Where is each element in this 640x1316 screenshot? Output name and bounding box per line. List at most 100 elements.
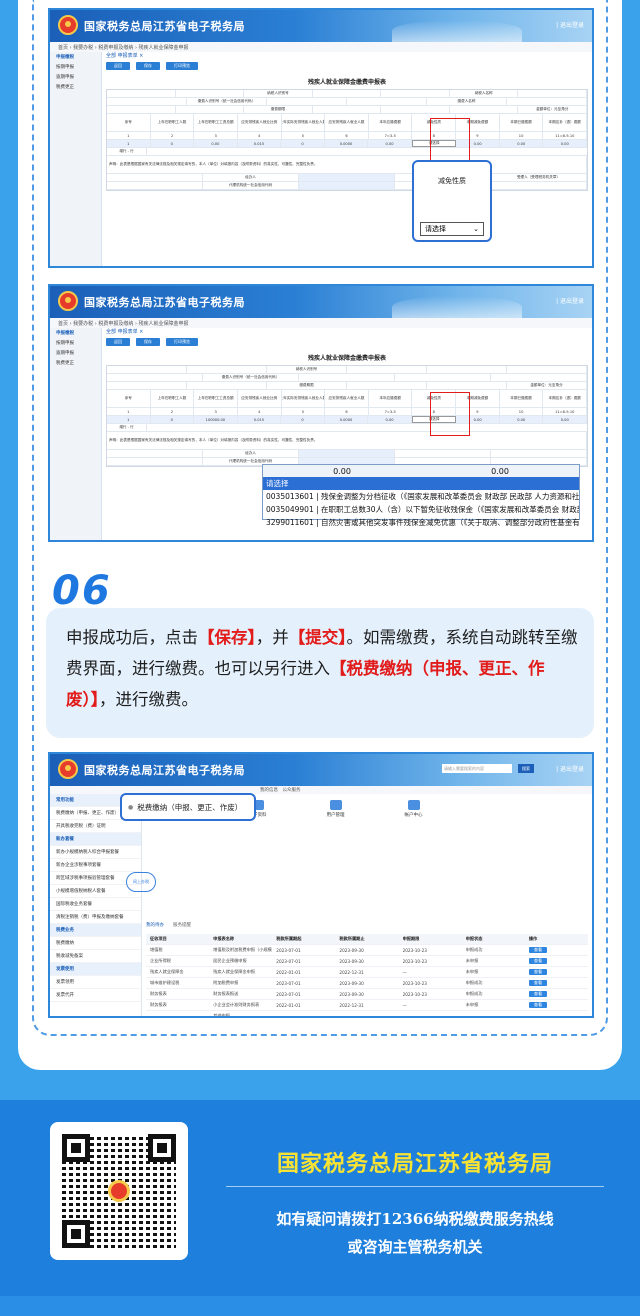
print-preview-button[interactable]: 打印预览 [166,62,198,70]
sidebar-item[interactable]: 新办小规模纳税人综合申报套餐 [50,846,141,859]
sidebar-section[interactable]: 新办套餐 [50,833,141,846]
declaration-table: 纳税人识别号 缴费人识别号（统一社会信用代码） 缴费期限 金额单位：元至角分 序号… [106,365,588,467]
logout-link[interactable]: | 退出登录 [556,296,584,305]
save-button[interactable]: 保存 [136,62,160,70]
nav-item[interactable]: 公众服务 [283,788,301,793]
column-header: 应安排残疾人就业比例 [238,114,282,131]
add-row-button[interactable]: 增行 - 行 [107,424,147,431]
add-row-button[interactable]: 增行 - 行 [107,148,147,155]
table-cell: 增值税 [150,947,163,952]
app-title: 国家税务总局江苏省电子税务局 [84,20,245,33]
table-cell: 2023-07-01 [276,980,301,986]
tab-todo[interactable]: 我的待办 [146,923,164,928]
save-button[interactable]: 保存 [136,338,160,346]
sidebar: 申报缴税 按期申报 逾期申报 税费更正 [50,328,102,540]
print-preview-button[interactable]: 打印预览 [166,338,198,346]
contact-line: 或咨询主管税务机关 [347,1238,483,1256]
table-cell: 申报成功 [465,980,483,985]
highlight-box [430,118,470,162]
sidebar-item[interactable]: 发票领用 [50,976,141,989]
app-header: 国家税务总局江苏省电子税务局 | 退出登录 [50,10,592,42]
column-header: 上年实际安排残疾人就业人数 [282,390,326,407]
sidebar-item[interactable]: 清税注销税（费）申报及缴纳套餐 [50,911,141,924]
table-cell: — [150,1013,155,1018]
view-button[interactable]: 查看 [528,991,548,997]
reduction-type-select[interactable]: 请选择 ⌄ [420,222,484,236]
sidebar-item[interactable]: 申报缴税 [50,52,101,62]
column-header: 操作 [528,936,538,941]
table-cell: 2022-12-31 [339,1002,364,1008]
view-button[interactable]: 查看 [528,980,548,986]
table-row[interactable]: 1 0 100000.00 0.015 0 0.0000 0.00 请选择 0.00 0.00 0.… [107,416,588,424]
agent-code-label: 代理机构统一社会信用代码 [203,182,299,189]
table-cell: 财务报表 [150,991,167,996]
sidebar-item[interactable]: 税费更正 [50,358,101,368]
tab-bar[interactable]: 全部 申报表单 × [106,328,588,336]
sidebar-item[interactable]: 国际税收业务套餐 [50,898,141,911]
back-button[interactable]: 返回 [106,338,130,346]
search-input[interactable]: 请输入需要搜索的内容 [442,764,512,773]
sidebar-item[interactable]: 新办企业涉税事项套餐 [50,859,141,872]
sidebar-item[interactable]: 开具税收完税（费）证明 [50,820,141,833]
account-center-tile[interactable]: 帐户中心 [405,800,423,818]
dropdown-option[interactable]: 0035013601 | 残保金调整为分档征收（《国家发展和改革委员会 财政部 … [263,490,579,503]
sidebar-item[interactable]: 发票代开 [50,989,141,1002]
user-mgmt-tile[interactable]: 用户管理 [327,800,345,818]
screenshot-1: 国家税务总局江苏省电子税务局 | 退出登录 首页 › 我要办税 › 税费申报及缴… [48,8,594,268]
logout-link[interactable]: | 退出登录 [556,764,584,773]
sidebar-item[interactable]: 税费缴纳 [50,937,141,950]
view-button[interactable]: 查看 [528,947,548,953]
table-cell: 0.00 [543,140,588,147]
column-header: 上年在职职工人数 [151,114,195,131]
table-cell: 查看 [525,980,588,986]
column-number: 2 [151,408,195,415]
tab-bar[interactable]: 全部 申报表单 × [106,52,588,60]
dropdown-option[interactable]: 请选择 [263,477,579,490]
logout-link[interactable]: | 退出登录 [556,20,584,29]
step-description: 申报成功后，点击【保存】，并【提交】。如需缴费，系统自动跳转至缴费界面，进行缴费… [66,622,586,715]
view-button[interactable]: 查看 [528,969,548,975]
sidebar-item[interactable]: 按期申报 [50,62,101,72]
tab-reminder[interactable]: 服务提醒 [173,923,191,928]
column-number: 7=3-5 [369,132,413,139]
declaration-text: 声明：此表是根据国家有关法律法规及相关规定填写的，本人（单位）对填报内容（及附带… [107,432,587,449]
column-number: 6 [325,132,369,139]
dropdown-option[interactable]: 0035049901 | 在职职工总数30人（含）以下暂免征收残保金（《国家发展… [263,503,579,516]
back-button[interactable]: 返回 [106,62,130,70]
table-cell: 查看 [525,958,588,964]
online-tax-button[interactable]: 网上办税 [126,872,156,892]
search-button[interactable]: 搜索 [518,764,534,773]
table-cell: 残疾人就业保障金 [150,969,184,974]
table-cell: 0 [150,416,195,423]
breadcrumb[interactable]: 首页 › 我要办税 › 税费申报及缴纳 › 残疾人就业保障金申报 [50,318,592,328]
table-cell: 附加税费申报 [213,980,239,985]
table-row[interactable]: 1 0 0.00 0.015 0 0.0000 0.00 请选择 0.00 0.00 0.00 [107,140,588,148]
sidebar-item[interactable]: 申报缴税 [50,328,101,338]
view-button[interactable]: 查看 [528,1002,548,1008]
table-cell: 未申报 [465,969,479,974]
table-cell: 查看 [525,991,588,997]
step-text: 申报成功后，点击 [66,628,198,647]
sidebar-item[interactable]: 按期申报 [50,338,101,348]
reduction-type-dropdown[interactable]: 0.00 0.00 请选择 0035013601 | 残保金调整为分档征收（《国… [262,464,580,527]
qr-code[interactable] [50,1122,188,1260]
app-header: 国家税务总局江苏省电子税务局 请输入需要搜索的内容 搜索 | 退出登录 [50,754,592,786]
table-row: 财务报表 财务报表报送 2023-07-01 2023-09-30 2023-10-23… [146,989,588,1000]
view-button[interactable]: 查看 [528,958,548,964]
sidebar-item[interactable]: 税收减免备案 [50,950,141,963]
table-cell: 未申报 [465,958,479,963]
column-numbers: 1 2 3 4 5 6 7=3-5 8 9 10 11=8-9-10 [107,132,588,140]
sidebar-section[interactable]: 税费业务 [50,924,141,937]
breadcrumb[interactable]: 首页 › 我要办税 › 税费申报及缴纳 › 残疾人就业保障金申报 [50,42,592,52]
step-text: ，并 [255,628,289,647]
table-row: — 其他申报 [146,1011,588,1018]
nav-item[interactable]: 我的信息 [260,788,278,793]
table-cell: 2023-07-01 [276,991,301,997]
sidebar-item[interactable]: 税费更正 [50,82,101,92]
column-header: 征收项目 [150,936,167,941]
sidebar-item[interactable]: 逾期申报 [50,72,101,82]
dropdown-option[interactable]: 3299011601 | 自然灾害或其他突发事件残保金减免优惠（《关于取消、调整… [263,516,579,529]
table-cell: 100000.00 [194,416,238,423]
sidebar-section[interactable]: 发票使用 [50,963,141,976]
sidebar-item[interactable]: 逾期申报 [50,348,101,358]
